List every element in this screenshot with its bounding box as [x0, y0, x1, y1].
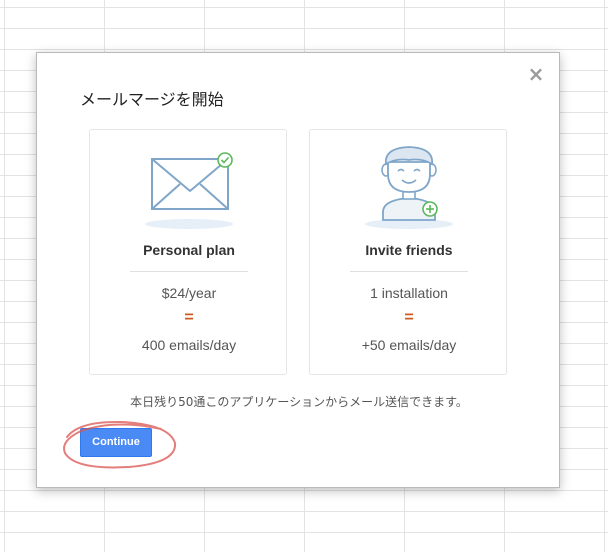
card-divider	[130, 271, 248, 272]
plan-title: Personal plan	[143, 242, 235, 258]
envelope-check-icon	[145, 152, 233, 229]
continue-button[interactable]: Continue	[80, 428, 152, 457]
card-divider	[350, 271, 468, 272]
person-plus-icon	[365, 146, 453, 229]
dialog-title: メールマージを開始	[80, 90, 224, 109]
plan-quota: +50 emails/day	[361, 337, 457, 353]
plan-price: $24/year	[161, 285, 217, 301]
close-button[interactable]: ×	[527, 64, 545, 84]
plan-card-invite-friends[interactable]: Invite friends 1 installation = +50 emai…	[309, 129, 507, 375]
mail-merge-dialog: × メールマージを開始 Personal plan $24/year = 400…	[36, 52, 560, 488]
plan-card-personal[interactable]: Personal plan $24/year = 400 emails/day	[89, 129, 287, 375]
plan-price: 1 installation	[370, 285, 448, 301]
remaining-emails-notice: 本日残り50通このアプリケーションからメール送信できます。	[130, 395, 468, 409]
plan-title: Invite friends	[365, 242, 453, 258]
equals-sign: =	[404, 309, 414, 326]
plan-quota: 400 emails/day	[141, 337, 237, 353]
equals-sign: =	[184, 309, 194, 326]
